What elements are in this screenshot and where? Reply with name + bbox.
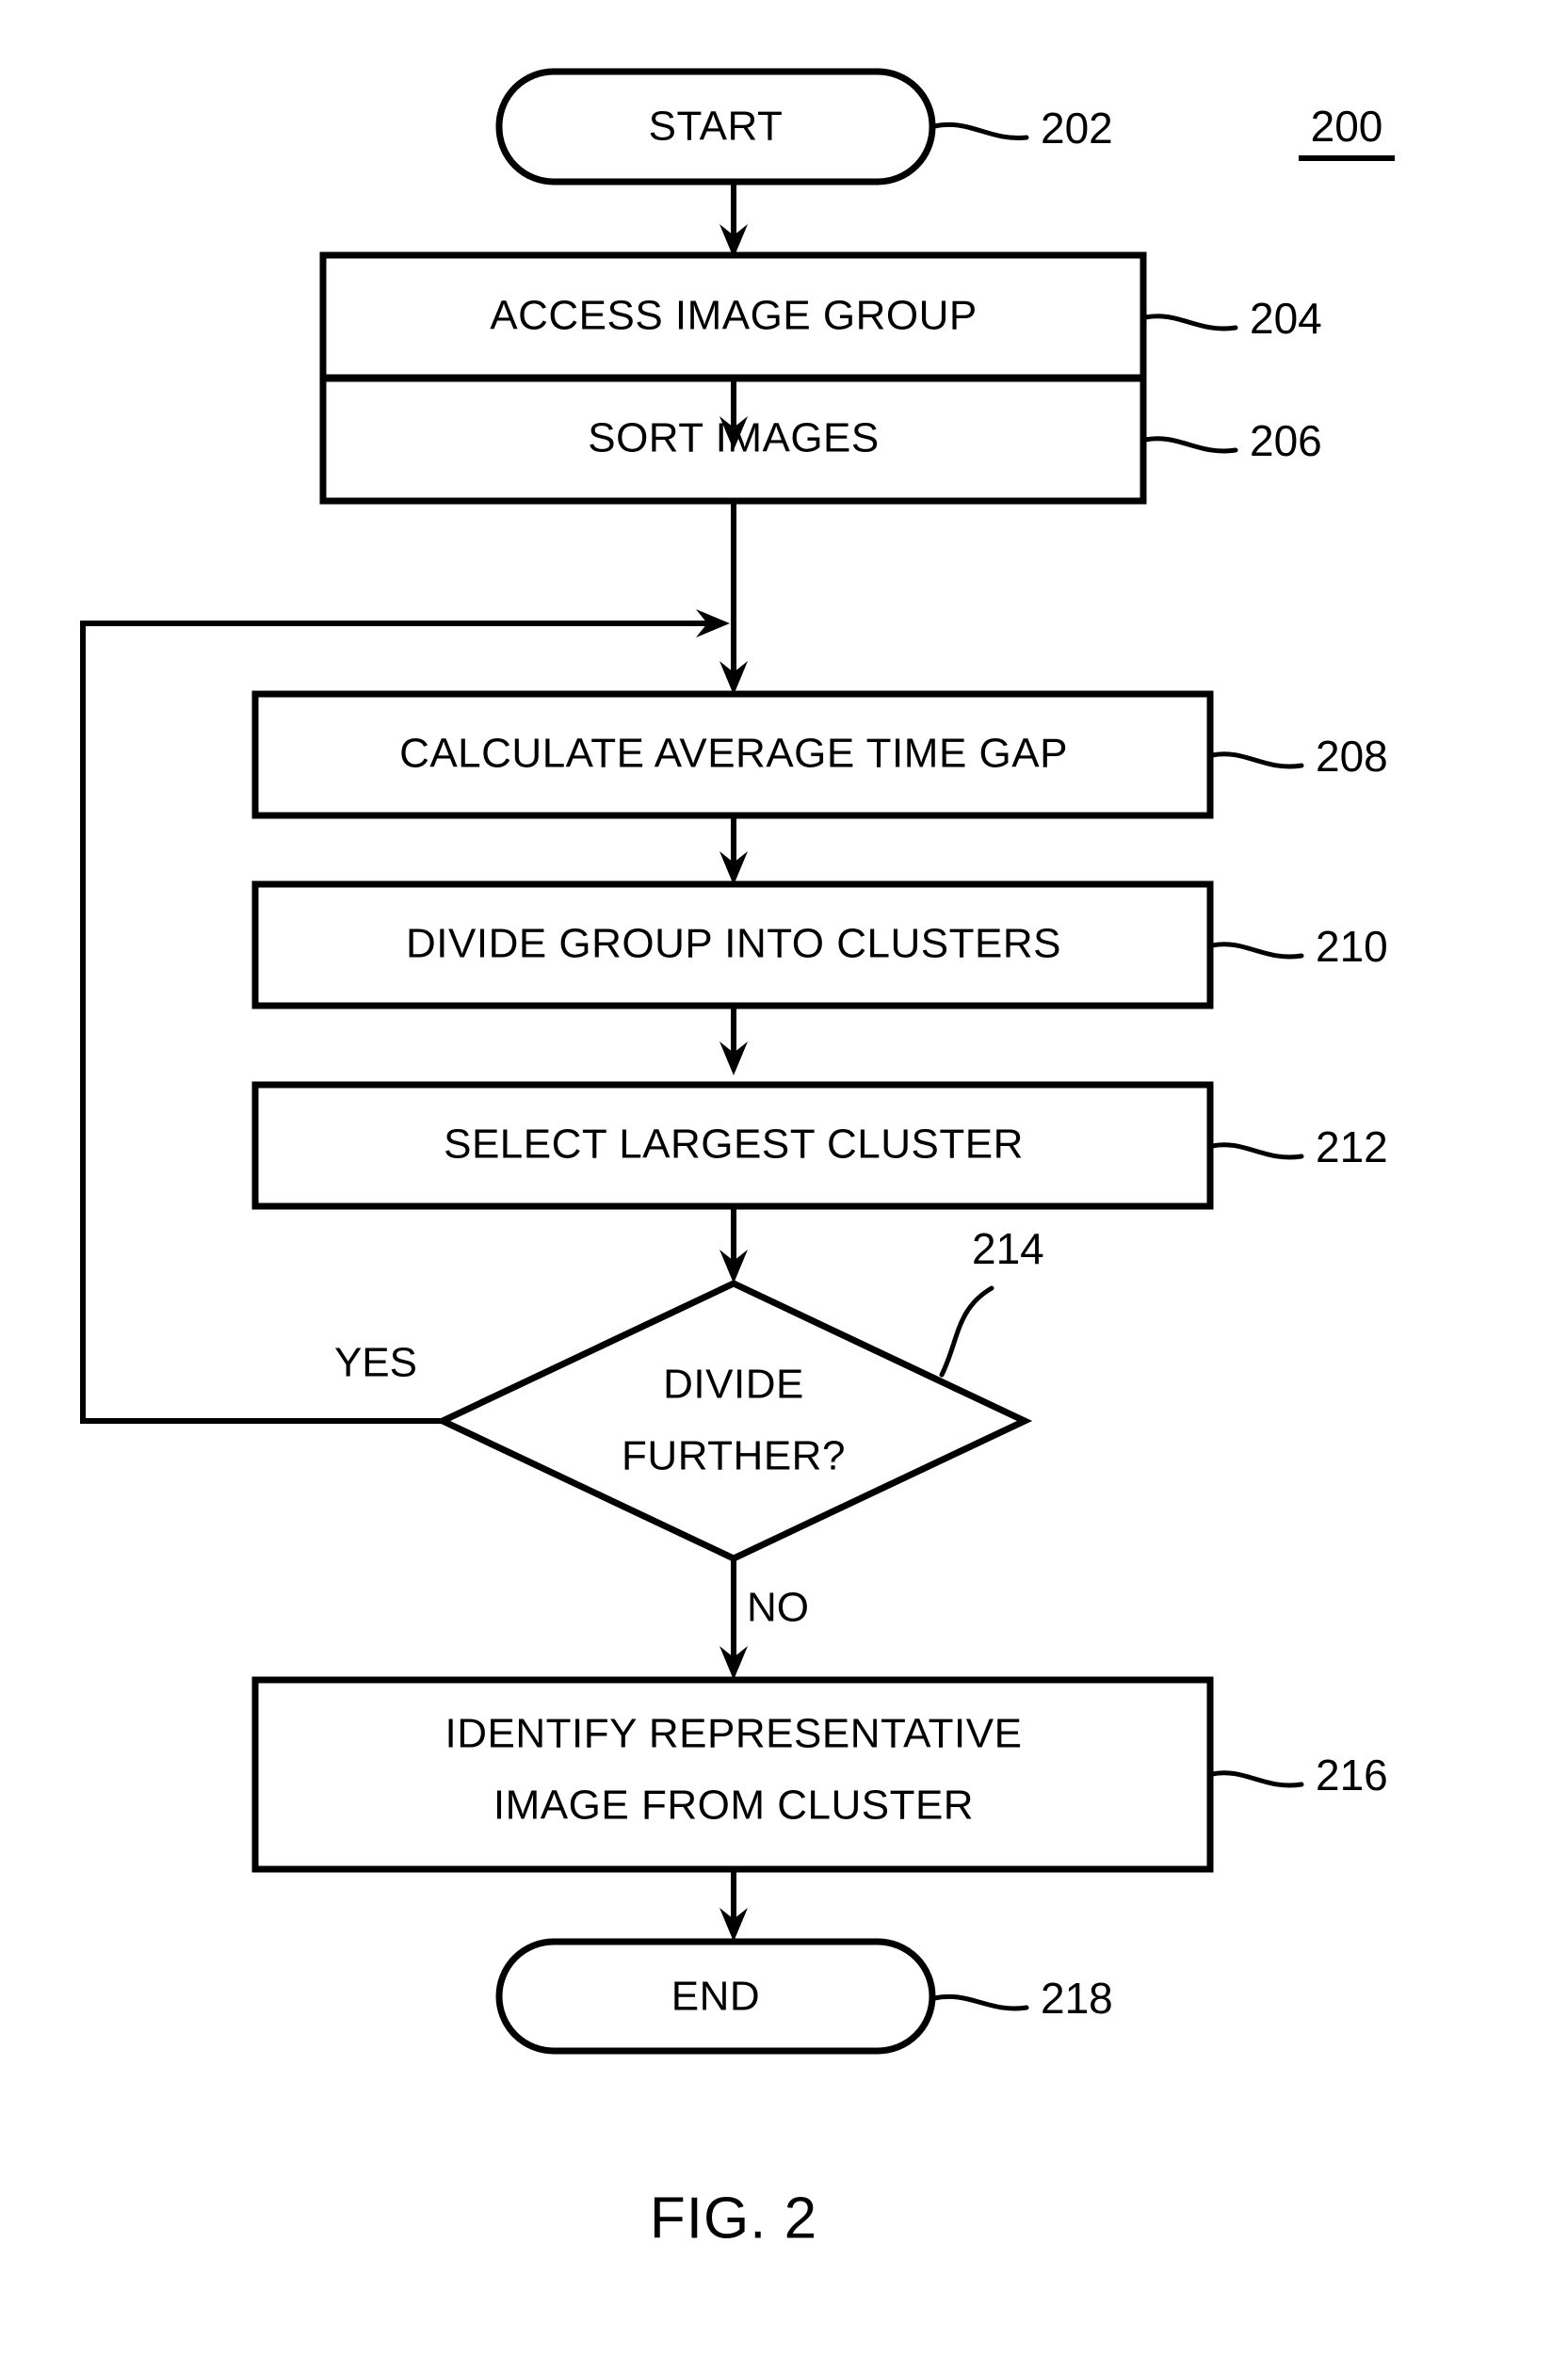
ref-leader-208: 208 [1209,732,1388,781]
figure-caption: FIG. 2 [650,2186,817,2251]
node-divide-group-into-clusters[interactable]: DIVIDE GROUP INTO CLUSTERS [251,880,1214,1009]
edge-decision-no-to-identify [719,1558,748,1680]
ref-leader-214: 214 [939,1224,1044,1378]
ref-number-212: 212 [1316,1122,1388,1171]
ref-leader-202: 202 [931,104,1113,153]
node-select-largest-cluster-label: SELECT LARGEST CLUSTER [444,1122,1024,1168]
node-sort-images-label: SORT IMAGES [588,415,880,461]
node-start-label: START [649,104,784,150]
ref-number-202: 202 [1041,104,1113,153]
figure-reference-200-label: 200 [1311,102,1383,151]
node-identify-representative-image-label-line1: IDENTIFY REPRESENTATIVE [445,1711,1023,1757]
ref-number-218: 218 [1041,1974,1113,2023]
branch-label-no: NO [747,1585,809,1631]
ref-number-204: 204 [1250,294,1322,343]
node-calculate-average-time-gap[interactable]: CALCULATE AVERAGE TIME GAP [251,690,1214,819]
node-identify-representative-image-label-line2: IMAGE FROM CLUSTER [493,1783,974,1829]
ref-number-206: 206 [1250,416,1322,465]
ref-leader-206: 206 [1142,416,1322,465]
node-calculate-average-time-gap-label: CALCULATE AVERAGE TIME GAP [399,731,1068,777]
figure-page: START ACCESS IMAGE GROUP SORT IMAGES CAL… [0,0,1568,2356]
ref-leader-212: 212 [1209,1122,1388,1171]
edge-start-to-access [719,182,748,258]
edge-divide-to-select [719,1006,748,1075]
edge-sort-to-calculate [719,501,748,695]
ref-number-210: 210 [1316,922,1388,971]
node-access-image-group-label: ACCESS IMAGE GROUP [490,293,978,339]
node-divide-further-decision[interactable]: DIVIDE FURTHER? [434,1280,1033,1562]
ref-number-216: 216 [1316,1751,1388,1799]
node-access-image-group[interactable]: ACCESS IMAGE GROUP [319,251,1147,382]
ref-number-208: 208 [1316,732,1388,781]
edge-select-to-decision [719,1206,748,1283]
edge-identify-to-end [719,1869,748,1942]
edge-calculate-to-divide [719,815,748,885]
ref-number-214: 214 [972,1224,1044,1273]
ref-leader-218: 218 [931,1974,1113,2023]
node-end[interactable]: END [495,1938,936,2055]
node-end-label: END [671,1974,760,2020]
branch-label-yes: YES [334,1340,417,1386]
node-start[interactable]: START [495,68,936,186]
ref-leader-210: 210 [1209,922,1388,971]
node-select-largest-cluster[interactable]: SELECT LARGEST CLUSTER [251,1081,1214,1210]
node-identify-representative-image[interactable]: IDENTIFY REPRESENTATIVE IMAGE FROM CLUST… [251,1676,1214,1873]
ref-leader-204: 204 [1142,294,1322,343]
node-divide-group-into-clusters-label: DIVIDE GROUP INTO CLUSTERS [406,921,1061,967]
node-divide-further-decision-label-line2: FURTHER? [622,1433,846,1479]
figure-reference-200: 200 [1299,102,1395,161]
ref-leader-216: 216 [1209,1751,1388,1799]
node-divide-further-decision-label-line1: DIVIDE [663,1362,804,1408]
flowchart-canvas: START ACCESS IMAGE GROUP SORT IMAGES CAL… [80,68,1395,2251]
